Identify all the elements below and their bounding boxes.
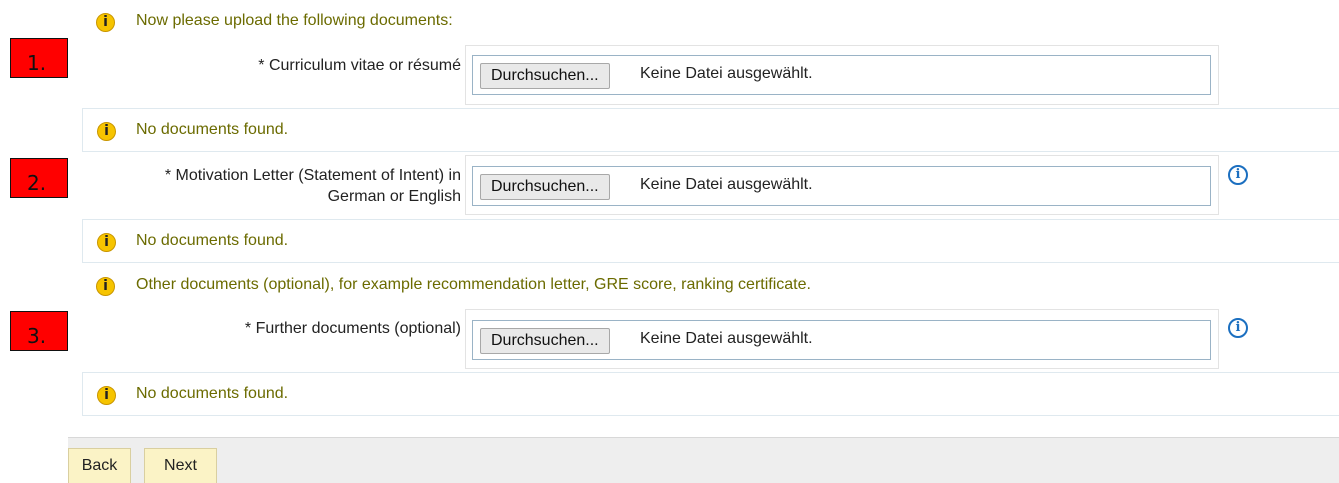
motivation-label-line2: German or English xyxy=(327,188,461,205)
motivation-file-status: Keine Datei ausgewählt. xyxy=(640,176,813,193)
further-message-box: i No documents found. xyxy=(82,372,1339,416)
motivation-no-docs-text: No documents found. xyxy=(136,232,289,249)
step-marker-3: 3. xyxy=(10,311,68,351)
further-browse-button[interactable]: Durchsuchen... xyxy=(480,328,610,354)
motivation-label-line1: * Motivation Letter (Statement of Intent… xyxy=(164,167,461,184)
other-docs-text: Other documents (optional), for example … xyxy=(136,276,811,293)
next-button[interactable]: Next xyxy=(144,448,217,483)
intro-text: Now please upload the following document… xyxy=(136,12,453,29)
further-label: * Further documents (optional) xyxy=(244,320,461,337)
further-no-docs-text: No documents found. xyxy=(136,385,289,402)
cv-browse-button[interactable]: Durchsuchen... xyxy=(480,63,610,89)
cv-message-box: i No documents found. xyxy=(82,108,1339,152)
step-marker-2: 2. xyxy=(10,158,68,198)
info-icon: i xyxy=(97,122,116,141)
motivation-message-box: i No documents found. xyxy=(82,219,1339,263)
cv-file-input[interactable]: Durchsuchen... Keine Datei ausgewählt. xyxy=(472,55,1211,95)
cv-label: * Curriculum vitae or résumé xyxy=(258,57,461,74)
motivation-help-icon[interactable]: i xyxy=(1228,165,1248,185)
motivation-file-input[interactable]: Durchsuchen... Keine Datei ausgewählt. xyxy=(472,166,1211,206)
info-icon: i xyxy=(96,13,115,32)
info-icon: i xyxy=(96,277,115,296)
further-file-input[interactable]: Durchsuchen... Keine Datei ausgewählt. xyxy=(472,320,1211,360)
further-help-icon[interactable]: i xyxy=(1228,318,1248,338)
back-button[interactable]: Back xyxy=(68,448,131,483)
step-marker-1: 1. xyxy=(10,38,68,78)
footer-bar: Back Next xyxy=(68,437,1339,483)
info-icon: i xyxy=(97,386,116,405)
cv-file-status: Keine Datei ausgewählt. xyxy=(640,65,813,82)
further-file-status: Keine Datei ausgewählt. xyxy=(640,330,813,347)
motivation-label: * Motivation Letter (Statement of Intent… xyxy=(165,165,461,207)
motivation-browse-button[interactable]: Durchsuchen... xyxy=(480,174,610,200)
info-icon: i xyxy=(97,233,116,252)
cv-no-docs-text: No documents found. xyxy=(136,121,289,138)
